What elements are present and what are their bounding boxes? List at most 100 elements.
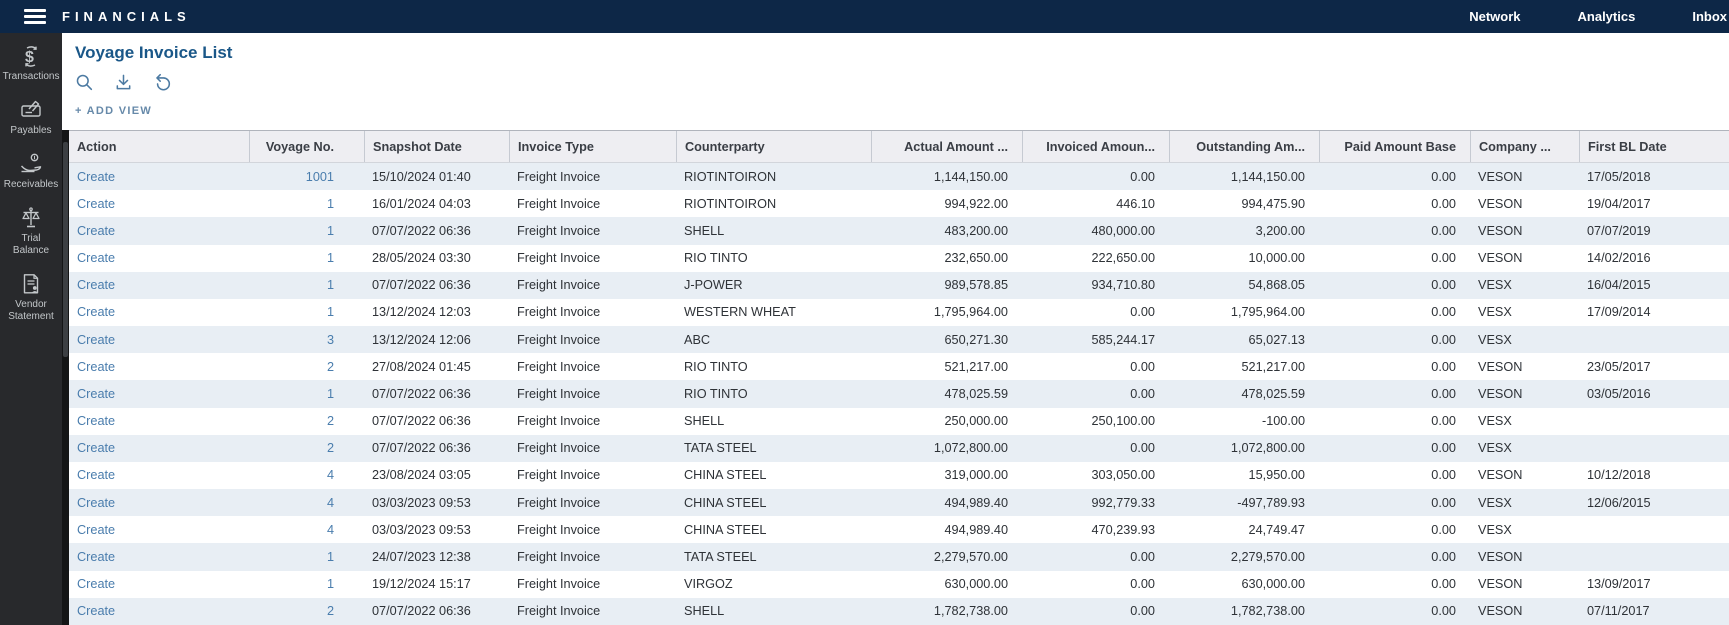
sidebar-item-transactions[interactable]: $Transactions [0,44,62,83]
cell-paid-amount: 0.00 [1319,217,1470,244]
cell-invoice-type: Freight Invoice [509,462,676,489]
column-header-action[interactable]: Action [69,131,249,162]
voyage-link[interactable]: 4 [249,516,364,543]
top-navigation: Network Analytics Inbox [1469,9,1729,24]
cell-counterparty: CHINA STEEL [676,489,871,516]
sidebar-item-vendor-statement[interactable]: Vendor Statement [0,272,62,323]
cell-paid-amount: 0.00 [1319,299,1470,326]
sidebar-item-payables[interactable]: Payables [0,98,62,137]
create-link[interactable]: Create [69,489,249,516]
cell-outstanding-amount: 1,782,738.00 [1169,598,1319,625]
column-header-invoice-type[interactable]: Invoice Type [509,131,676,162]
scrollbar-thumb[interactable] [63,142,68,357]
sidebar-item-trial-balance[interactable]: Trial Balance [0,206,62,257]
column-header-snapshot-date[interactable]: Snapshot Date [364,131,509,162]
cell-paid-amount: 0.00 [1319,516,1470,543]
cell-first-bl-date: 10/12/2018 [1579,462,1690,489]
voyage-link[interactable]: 3 [249,326,364,353]
create-link[interactable]: Create [69,516,249,543]
menu-icon[interactable] [24,9,46,24]
create-link[interactable]: Create [69,245,249,272]
create-link[interactable]: Create [69,163,249,190]
voyage-link[interactable]: 1 [249,380,364,407]
column-header-actual-amount[interactable]: Actual Amount ... [871,131,1022,162]
column-header-invoiced-amount[interactable]: Invoiced Amoun... [1022,131,1169,162]
sidebar-item-label: Transactions [3,71,60,83]
cell-counterparty: SHELL [676,598,871,625]
cell-invoice-type: Freight Invoice [509,272,676,299]
create-link[interactable]: Create [69,408,249,435]
column-header-voyage-no[interactable]: Voyage No. [249,131,364,162]
reset-icon[interactable] [153,73,172,92]
create-link[interactable]: Create [69,326,249,353]
nav-network[interactable]: Network [1469,9,1520,24]
voyage-link[interactable]: 1001 [249,163,364,190]
content-header: Voyage Invoice List + ADD VIEW [62,33,1729,130]
create-link[interactable]: Create [69,299,249,326]
cell-first-bl-date [1579,408,1690,435]
voyage-link[interactable]: 2 [249,408,364,435]
create-link[interactable]: Create [69,190,249,217]
create-link[interactable]: Create [69,353,249,380]
voyage-link[interactable]: 4 [249,489,364,516]
cell-first-bl-date: 16/04/2015 [1579,272,1690,299]
table-row: Create116/01/2024 04:03Freight InvoiceRI… [69,190,1729,217]
create-link[interactable]: Create [69,462,249,489]
cell-company: VESON [1470,543,1579,570]
cell-invoiced-amount: 0.00 [1022,598,1169,625]
table-row: Create107/07/2022 06:36Freight InvoiceSH… [69,217,1729,244]
table-row: Create423/08/2024 03:05Freight InvoiceCH… [69,462,1729,489]
cell-counterparty: ABC [676,326,871,353]
voyage-link[interactable]: 1 [249,217,364,244]
app-title: FINANCIALS [62,9,191,24]
cell-actual-amount: 478,025.59 [871,380,1022,407]
voyage-link[interactable]: 2 [249,353,364,380]
search-icon[interactable] [75,73,94,92]
voyage-link[interactable]: 1 [249,299,364,326]
cell-actual-amount: 494,989.40 [871,516,1022,543]
cell-invoice-type: Freight Invoice [509,598,676,625]
voyage-link[interactable]: 4 [249,462,364,489]
cell-company: VESON [1470,571,1579,598]
create-link[interactable]: Create [69,435,249,462]
column-header-first-bl-date[interactable]: First BL Date [1579,131,1690,162]
voyage-link[interactable]: 1 [249,543,364,570]
cell-outstanding-amount: -100.00 [1169,408,1319,435]
add-view-button[interactable]: + ADD VIEW [75,105,152,117]
voyage-link[interactable]: 1 [249,190,364,217]
voyage-link[interactable]: 1 [249,245,364,272]
cell-outstanding-amount: 24,749.47 [1169,516,1319,543]
voyage-link[interactable]: 1 [249,272,364,299]
create-link[interactable]: Create [69,543,249,570]
cell-first-bl-date: 17/05/2018 [1579,163,1690,190]
cell-company: VESON [1470,462,1579,489]
voyage-link[interactable]: 2 [249,598,364,625]
cell-invoiced-amount: 0.00 [1022,435,1169,462]
create-link[interactable]: Create [69,217,249,244]
cell-invoice-type: Freight Invoice [509,380,676,407]
table-row: Create403/03/2023 09:53Freight InvoiceCH… [69,516,1729,543]
cell-outstanding-amount: 630,000.00 [1169,571,1319,598]
cell-actual-amount: 1,795,964.00 [871,299,1022,326]
nav-analytics[interactable]: Analytics [1578,9,1636,24]
column-header-counterparty[interactable]: Counterparty [676,131,871,162]
voyage-link[interactable]: 1 [249,571,364,598]
column-header-paid-amount[interactable]: Paid Amount Base [1319,131,1470,162]
voyage-link[interactable]: 2 [249,435,364,462]
sidebar-item-receivables[interactable]: Receivables [0,152,62,191]
cell-actual-amount: 521,217.00 [871,353,1022,380]
cell-snapshot-date: 19/12/2024 15:17 [364,571,509,598]
vertical-scrollbar[interactable] [62,130,69,625]
cell-counterparty: SHELL [676,408,871,435]
column-header-company[interactable]: Company ... [1470,131,1579,162]
download-icon[interactable] [114,73,133,92]
cell-company: VESX [1470,516,1579,543]
nav-inbox[interactable]: Inbox [1692,9,1727,24]
cell-paid-amount: 0.00 [1319,489,1470,516]
column-header-outstanding-amount[interactable]: Outstanding Am... [1169,131,1319,162]
cell-paid-amount: 0.00 [1319,353,1470,380]
create-link[interactable]: Create [69,380,249,407]
create-link[interactable]: Create [69,571,249,598]
create-link[interactable]: Create [69,272,249,299]
create-link[interactable]: Create [69,598,249,625]
